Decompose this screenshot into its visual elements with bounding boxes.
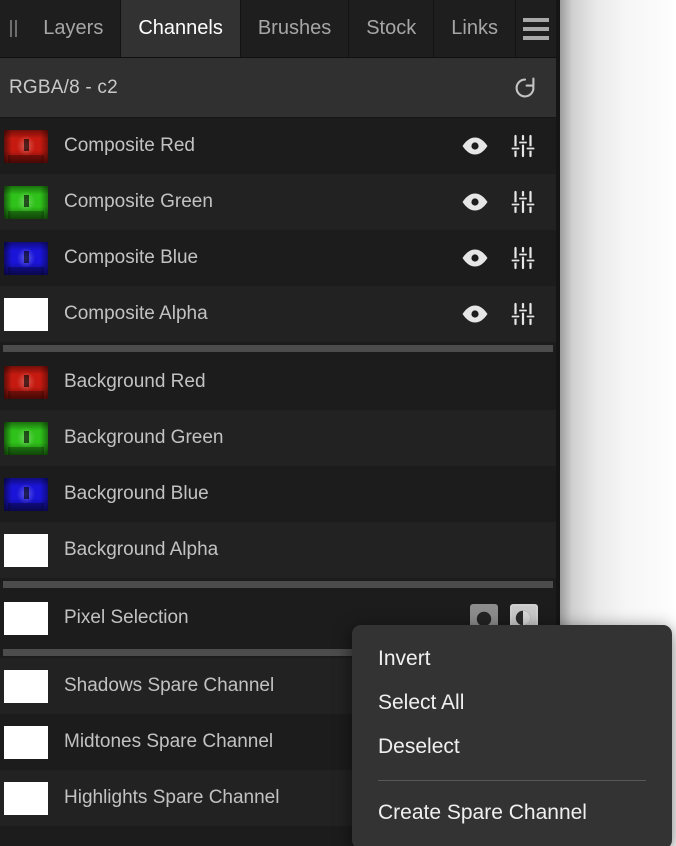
adjust-icon: [510, 302, 536, 326]
channel-row-actions: [460, 187, 556, 217]
reset-icon: [515, 77, 535, 97]
channel-thumbnail: [4, 241, 48, 275]
menu-item-label: Select All: [378, 691, 465, 714]
channels-subheader: RGBA/8 - c2: [0, 58, 556, 118]
channel-context-menu: Invert Select All Deselect Create Spare Cha…: [352, 625, 672, 846]
visibility-icon: [462, 249, 488, 267]
channel-adjust-button[interactable]: [508, 299, 538, 329]
channel-row[interactable]: Composite Alpha: [0, 286, 556, 342]
channel-name-label: Background Alpha: [64, 539, 219, 560]
visibility-icon: [462, 305, 488, 323]
channel-row[interactable]: Composite Blue: [0, 230, 556, 286]
channel-name-label: Composite Blue: [64, 247, 199, 268]
channel-name-label: Midtones Spare Channel: [64, 731, 274, 752]
tab-label: Channels: [138, 17, 223, 39]
channel-name-label: Shadows Spare Channel: [64, 675, 275, 696]
visibility-icon: [462, 193, 488, 211]
group-separator: [0, 342, 556, 354]
channel-row-actions: [460, 131, 556, 161]
reset-button[interactable]: [508, 71, 542, 105]
menu-separator: [378, 780, 646, 781]
menu-item-label: Invert: [378, 647, 431, 670]
tab-label: Links: [451, 17, 498, 39]
tab-label: Stock: [366, 17, 417, 39]
tab-links[interactable]: Links: [433, 0, 515, 57]
channel-name-label: Composite Red: [64, 135, 195, 156]
hamburger-menu-icon: [522, 17, 549, 40]
panel-tab-bar: Layers Channels Brushes Stock Links: [0, 0, 556, 58]
group-separator: [0, 578, 556, 590]
channel-thumbnail: [4, 533, 48, 567]
channel-row-actions: [460, 299, 556, 329]
channel-name-label: Pixel Selection: [64, 607, 189, 628]
drag-handle-icon: [8, 20, 18, 37]
channel-thumbnail: [4, 129, 48, 163]
channel-adjust-button[interactable]: [508, 131, 538, 161]
menu-item-create-spare-channel[interactable]: Create Spare Channel: [352, 791, 672, 835]
channel-row[interactable]: Composite Red: [0, 118, 556, 174]
visibility-icon: [462, 137, 488, 155]
channel-name-label: Background Red: [64, 371, 206, 392]
channel-thumbnail: [4, 365, 48, 399]
channel-name-label: Composite Alpha: [64, 303, 208, 324]
adjust-icon: [510, 190, 536, 214]
channel-row[interactable]: Background Green: [0, 410, 556, 466]
channel-adjust-button[interactable]: [508, 187, 538, 217]
tab-layers[interactable]: Layers: [26, 0, 121, 57]
channel-thumbnail: [4, 297, 48, 331]
menu-item-deselect[interactable]: Deselect: [352, 725, 672, 769]
channel-row[interactable]: Composite Green: [0, 174, 556, 230]
channel-row[interactable]: Background Blue: [0, 466, 556, 522]
adjust-icon: [510, 246, 536, 270]
menu-item-invert[interactable]: Invert: [352, 637, 672, 681]
menu-item-label: Deselect: [378, 735, 460, 758]
color-mode-label: RGBA/8 - c2: [9, 76, 118, 98]
channel-thumbnail: [4, 185, 48, 219]
separator-bar: [3, 344, 553, 352]
channel-name-label: Highlights Spare Channel: [64, 787, 280, 808]
separator-bar: [3, 580, 553, 588]
app-root: Layers Channels Brushes Stock Links RGBA/8 -…: [0, 0, 676, 846]
channel-thumbnail: [4, 421, 48, 455]
tab-stock[interactable]: Stock: [348, 0, 434, 57]
channel-thumbnail: [4, 781, 48, 815]
channel-row-actions: [460, 243, 556, 273]
tab-brushes[interactable]: Brushes: [239, 0, 349, 57]
panel-options-button[interactable]: [514, 0, 556, 57]
channel-thumbnail: [4, 477, 48, 511]
visibility-toggle[interactable]: [460, 299, 490, 329]
channel-name-label: Background Blue: [64, 483, 209, 504]
visibility-toggle[interactable]: [460, 187, 490, 217]
tab-channels[interactable]: Channels: [120, 0, 240, 57]
channel-name-label: Background Green: [64, 427, 224, 448]
channel-thumbnail: [4, 725, 48, 759]
channel-row[interactable]: Background Alpha: [0, 522, 556, 578]
channel-adjust-button[interactable]: [508, 243, 538, 273]
visibility-toggle[interactable]: [460, 131, 490, 161]
tab-list: Layers Channels Brushes Stock Links: [26, 0, 515, 57]
visibility-toggle[interactable]: [460, 243, 490, 273]
tab-label: Layers: [43, 17, 104, 39]
channel-row[interactable]: Background Red: [0, 354, 556, 410]
panel-drag-handle[interactable]: [0, 0, 26, 57]
menu-item-select-all[interactable]: Select All: [352, 681, 672, 725]
menu-item-label: Create Spare Channel: [378, 801, 587, 824]
adjust-icon: [510, 134, 536, 158]
tab-label: Brushes: [257, 17, 332, 39]
channel-thumbnail: [4, 669, 48, 703]
channel-thumbnail: [4, 601, 48, 635]
channel-name-label: Composite Green: [64, 191, 213, 212]
